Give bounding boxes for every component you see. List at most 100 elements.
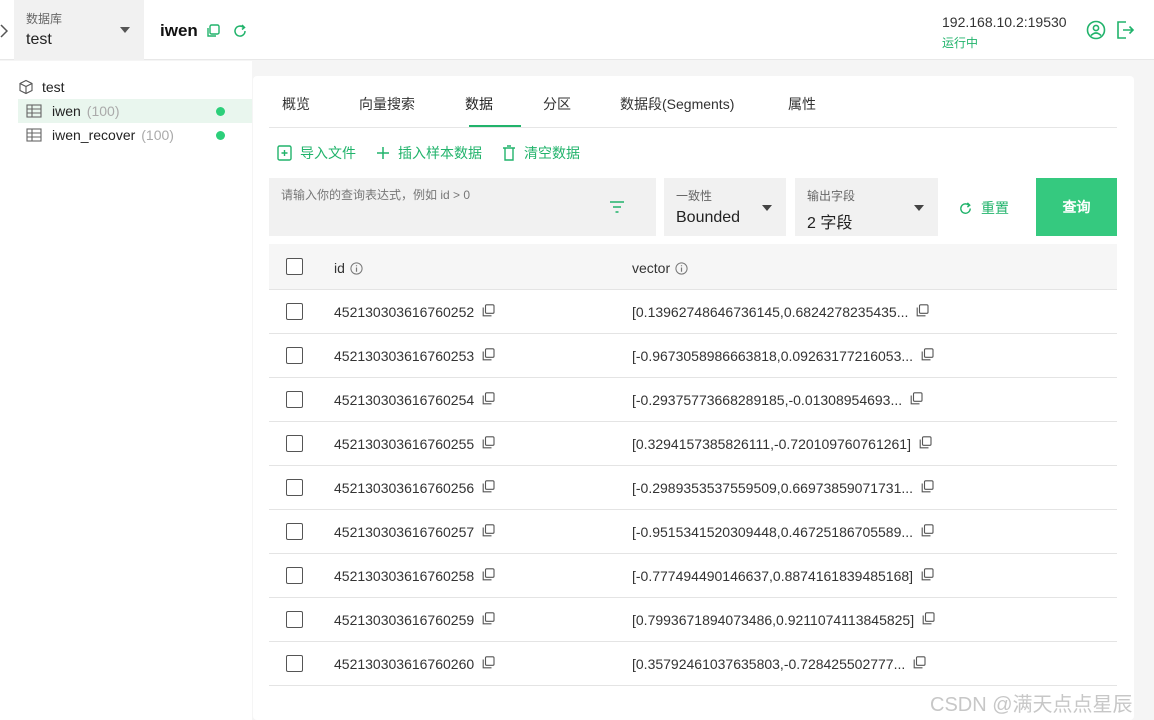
sidebar-item-label: iwen <box>52 103 81 119</box>
caret-down-icon <box>762 205 772 211</box>
cell-vector-text: [0.7993671894073486,0.9211074113845825] <box>632 612 915 628</box>
status-dot <box>216 107 225 116</box>
copy-icon[interactable] <box>916 304 929 320</box>
collection-title: iwen <box>160 21 198 40</box>
row-checkbox[interactable] <box>286 611 303 628</box>
sidebar-database-label: test <box>42 79 65 95</box>
table-body: 452130303616760252 [0.13962748646736145,… <box>269 290 1117 686</box>
copy-icon[interactable] <box>921 568 934 584</box>
row-checkbox[interactable] <box>286 479 303 496</box>
table-row: 452130303616760255 [0.3294157385826111,-… <box>269 422 1117 466</box>
copy-icon[interactable] <box>482 480 495 496</box>
cell-id-text: 452130303616760257 <box>334 524 475 540</box>
server-status: 运行中 <box>942 36 979 50</box>
cell-id: 452130303616760253 <box>334 348 495 364</box>
row-checkbox[interactable] <box>286 655 303 672</box>
cell-id: 452130303616760252 <box>334 304 495 320</box>
cell-vector-text: [-0.777494490146637,0.8874161839485168] <box>632 568 914 584</box>
tab-data[interactable]: 数据 <box>465 94 493 114</box>
data-table: id vector 452130303616760252 [0.13962748… <box>269 244 1117 686</box>
copy-icon[interactable] <box>482 524 495 540</box>
copy-icon[interactable] <box>921 524 934 540</box>
file-add-icon <box>277 145 292 161</box>
output-fields-label: 输出字段 <box>807 189 856 203</box>
tab-vector-search[interactable]: 向量搜索 <box>359 94 415 114</box>
row-checkbox[interactable] <box>286 523 303 540</box>
table-row: 452130303616760253 [-0.9673058986663818,… <box>269 334 1117 378</box>
info-icon[interactable] <box>350 261 363 275</box>
output-fields-value: 2 字段 <box>807 215 853 232</box>
select-all-checkbox[interactable] <box>286 258 303 275</box>
trash-icon <box>503 145 515 161</box>
column-header-label: id <box>334 260 345 276</box>
insert-sample-button[interactable]: 插入样本数据 <box>376 143 482 163</box>
query-input[interactable] <box>281 188 601 202</box>
copy-icon[interactable] <box>913 656 926 672</box>
table-row: 452130303616760252 [0.13962748646736145,… <box>269 290 1117 334</box>
database-select[interactable]: 数据库 test <box>14 0 144 60</box>
cell-id-text: 452130303616760260 <box>334 656 475 672</box>
import-file-button[interactable]: 导入文件 <box>277 143 356 163</box>
cell-id-text: 452130303616760254 <box>334 392 475 408</box>
cell-vector-text: [0.35792461037635803,-0.728425502777... <box>632 656 906 672</box>
copy-icon[interactable] <box>206 24 220 43</box>
copy-icon[interactable] <box>919 436 932 452</box>
info-icon[interactable] <box>675 261 688 275</box>
column-header-vector[interactable]: vector <box>632 260 688 276</box>
copy-icon[interactable] <box>482 392 495 408</box>
consistency-value: Bounded <box>676 209 741 226</box>
tab-partitions[interactable]: 分区 <box>543 94 571 114</box>
tab-segments[interactable]: 数据段(Segments) <box>620 94 734 114</box>
consistency-select[interactable]: 一致性 Bounded <box>664 178 786 236</box>
cell-id-text: 452130303616760258 <box>334 568 475 584</box>
tab-overview[interactable]: 概览 <box>282 94 310 114</box>
reset-icon <box>960 201 971 214</box>
caret-down-icon <box>120 27 130 33</box>
cell-vector: [0.13962748646736145,0.6824278235435... <box>632 304 929 320</box>
cell-vector-text: [-0.2989353537559509,0.66973859071731... <box>632 480 914 496</box>
top-bar: 数据库 test iwen 192.168.10.2:19530 运行中 <box>0 0 1154 60</box>
copy-icon[interactable] <box>921 348 934 364</box>
reset-button[interactable]: 重置 <box>958 198 1009 218</box>
filter-icon[interactable] <box>609 200 625 219</box>
main-panel: 概览 向量搜索 数据 分区 数据段(Segments) 属性 导入文件 插入样本… <box>253 76 1134 720</box>
tab-properties[interactable]: 属性 <box>788 94 816 114</box>
copy-icon[interactable] <box>910 392 923 408</box>
copy-icon[interactable] <box>482 304 495 320</box>
output-fields-select[interactable]: 输出字段 2 字段 <box>795 178 938 236</box>
copy-icon[interactable] <box>482 612 495 628</box>
cell-vector: [-0.29375773668289185,-0.01308954693... <box>632 392 923 408</box>
cell-vector: [-0.9515341520309448,0.46725186705589... <box>632 524 934 540</box>
cell-vector: [0.3294157385826111,-0.720109760761261] <box>632 436 932 452</box>
cell-id: 452130303616760255 <box>334 436 495 452</box>
row-checkbox[interactable] <box>286 347 303 364</box>
column-header-label: vector <box>632 260 671 276</box>
table-row: 452130303616760254 [-0.29375773668289185… <box>269 378 1117 422</box>
copy-icon[interactable] <box>482 348 495 364</box>
row-checkbox[interactable] <box>286 391 303 408</box>
plus-icon <box>377 147 389 159</box>
sidebar-item-iwen-recover[interactable]: iwen_recover (100) <box>18 123 252 147</box>
copy-icon[interactable] <box>482 568 495 584</box>
clear-data-button[interactable]: 清空数据 <box>502 143 580 163</box>
cell-vector-text: [-0.9515341520309448,0.46725186705589... <box>632 524 914 540</box>
copy-icon[interactable] <box>482 656 495 672</box>
logout-icon[interactable] <box>1115 20 1135 45</box>
user-icon[interactable] <box>1086 20 1106 45</box>
cell-id-text: 452130303616760256 <box>334 480 475 496</box>
sidebar-item-iwen[interactable]: iwen (100) <box>18 99 252 123</box>
row-checkbox[interactable] <box>286 567 303 584</box>
refresh-icon[interactable] <box>232 23 248 44</box>
column-header-id[interactable]: id <box>334 260 363 276</box>
row-checkbox[interactable] <box>286 435 303 452</box>
cell-vector: [-0.2989353537559509,0.66973859071731... <box>632 480 934 496</box>
action-bar: 导入文件 插入样本数据 清空数据 <box>277 143 600 163</box>
sidebar-database[interactable]: test <box>18 79 65 95</box>
copy-icon[interactable] <box>921 480 934 496</box>
row-checkbox[interactable] <box>286 303 303 320</box>
copy-icon[interactable] <box>922 612 935 628</box>
sidebar-item-label: iwen_recover <box>52 127 136 143</box>
copy-icon[interactable] <box>482 436 495 452</box>
chevron-right-icon[interactable] <box>0 24 10 38</box>
query-button[interactable]: 查询 <box>1036 178 1117 236</box>
